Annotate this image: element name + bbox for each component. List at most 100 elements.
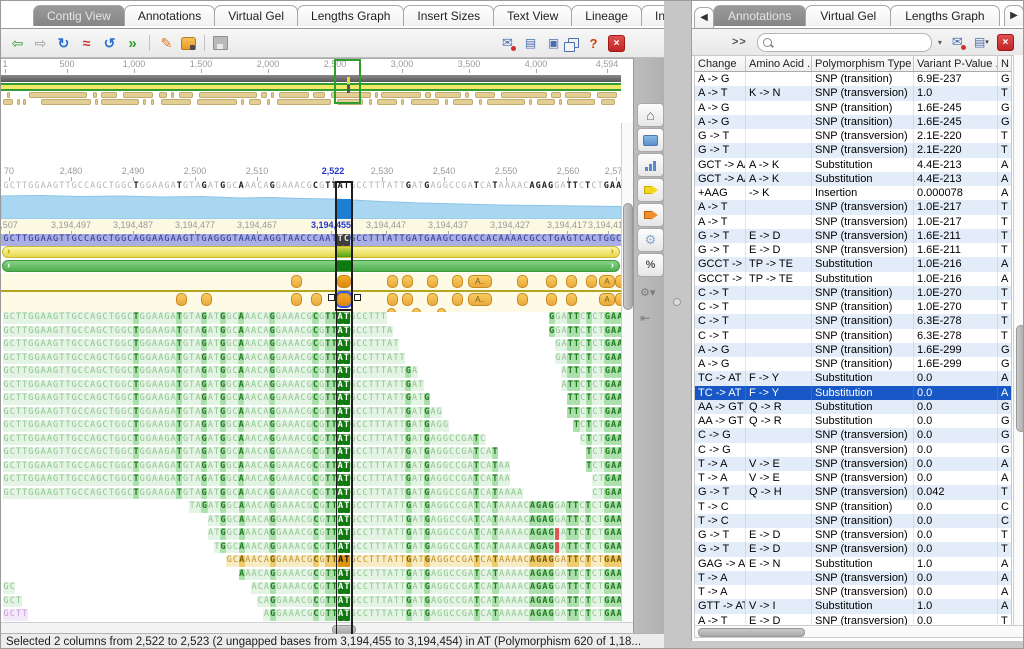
advance-icon[interactable]: » bbox=[124, 35, 141, 52]
variant-marker-labeled[interactable]: A.. bbox=[468, 293, 492, 306]
selection-handle[interactable] bbox=[328, 294, 335, 301]
tab-scroll-left-icon[interactable]: ◀ bbox=[694, 7, 714, 28]
variant-marker[interactable] bbox=[427, 275, 438, 288]
variant-marker[interactable] bbox=[387, 293, 398, 306]
table-row[interactable]: A -> TE -> DSNP (transversion)0.0T bbox=[695, 614, 1011, 626]
panel-splitter[interactable] bbox=[664, 1, 691, 649]
tab-virtual-gel[interactable]: Virtual Gel bbox=[805, 5, 891, 26]
splitter-handle-icon[interactable] bbox=[673, 298, 681, 306]
table-row[interactable]: A -> TSNP (transversion)1.0E-217T bbox=[695, 215, 1011, 229]
chart-button[interactable] bbox=[637, 153, 664, 177]
table-row[interactable]: T -> ASNP (transversion)0.0A bbox=[695, 585, 1011, 599]
column-header[interactable]: Change bbox=[695, 56, 746, 71]
close-icon[interactable]: × bbox=[997, 34, 1014, 51]
tab-lengths-graph[interactable]: Lengths Graph bbox=[890, 5, 999, 26]
tab-virtual-gel[interactable]: Virtual Gel bbox=[214, 5, 298, 26]
table-row[interactable]: A -> GSNP (transition)6.9E-237G bbox=[695, 72, 1011, 86]
pencil-icon[interactable]: ✎ bbox=[158, 35, 175, 52]
collapse-icon[interactable]: ⇤ bbox=[640, 311, 650, 325]
back-icon[interactable]: ⇦ bbox=[9, 35, 26, 52]
close-icon[interactable]: × bbox=[608, 35, 625, 52]
table-row[interactable]: G -> TQ -> HSNP (transversion)0.042T bbox=[695, 485, 1011, 499]
variant-marker[interactable] bbox=[427, 293, 438, 306]
scrollbar-thumb[interactable] bbox=[1016, 325, 1024, 432]
table-row[interactable]: A -> GSNP (transition)1.6E-299G bbox=[695, 343, 1011, 357]
table-row[interactable]: TC -> ATF -> YSubstitution0.0A bbox=[695, 386, 1011, 400]
tab-contig-view[interactable]: Contig View bbox=[33, 5, 125, 26]
table-row[interactable]: +AAG-> KInsertion0.000078A bbox=[695, 186, 1011, 200]
table-row[interactable]: A -> TSNP (transversion)1.0E-217T bbox=[695, 200, 1011, 214]
table-row[interactable]: T -> AV -> ESNP (transversion)0.0A bbox=[695, 457, 1011, 471]
help-icon[interactable]: ? bbox=[585, 35, 602, 52]
gear-button[interactable]: ⚙ bbox=[637, 228, 664, 252]
column-header[interactable]: Amino Acid ... bbox=[746, 56, 812, 71]
tab-lengths-graph[interactable]: Lengths Graph bbox=[297, 5, 404, 26]
bag-icon[interactable] bbox=[181, 37, 196, 50]
table-row[interactable]: GCCT -> /TP -> TESubstitution1.0E-216A bbox=[695, 272, 1011, 286]
variant-marker-labeled[interactable]: A bbox=[599, 293, 615, 306]
monitor-button[interactable] bbox=[637, 128, 664, 152]
vertical-scrollbar[interactable] bbox=[1013, 55, 1024, 625]
cascade-icon[interactable] bbox=[568, 38, 579, 48]
table-row[interactable]: AA -> GTQ -> RSubstitution0.0G bbox=[695, 400, 1011, 414]
variant-marker[interactable] bbox=[566, 275, 577, 288]
annotation-track-yellow[interactable]: › › bbox=[2, 246, 620, 258]
variant-marker[interactable] bbox=[291, 293, 302, 306]
table-row[interactable]: A -> TK -> NSNP (transversion)1.0T bbox=[695, 86, 1011, 100]
annotation-track-green[interactable]: › › bbox=[2, 260, 620, 272]
expand-button[interactable]: >> bbox=[732, 36, 747, 48]
table-row[interactable]: G -> TSNP (transversion)2.1E-220T bbox=[695, 129, 1011, 143]
variant-marker[interactable] bbox=[402, 275, 413, 288]
variant-marker[interactable] bbox=[546, 293, 557, 306]
forward-icon[interactable]: ⇨ bbox=[32, 35, 49, 52]
table-row[interactable]: C -> TSNP (transition)1.0E-270T bbox=[695, 300, 1011, 314]
variant-marker[interactable] bbox=[291, 275, 302, 288]
percent-button[interactable]: % bbox=[637, 253, 664, 277]
variant-marker[interactable] bbox=[176, 293, 187, 306]
table-row[interactable]: G -> TE -> DSNP (transversion)1.6E-211T bbox=[695, 243, 1011, 257]
table-row[interactable]: A -> GSNP (transition)1.6E-299G bbox=[695, 357, 1011, 371]
table-row[interactable]: T -> CSNP (transition)0.0C bbox=[695, 500, 1011, 514]
spiral-icon[interactable]: ↺ bbox=[101, 35, 118, 52]
table-row[interactable]: GTT -> ATV -> ISubstitution1.0A bbox=[695, 599, 1011, 613]
table-row[interactable]: GCT -> A/A -> KSubstitution4.4E-213A bbox=[695, 172, 1011, 186]
table-row[interactable]: G -> TE -> DSNP (transversion)0.0T bbox=[695, 528, 1011, 542]
table-row[interactable]: C -> TSNP (transition)6.3E-278T bbox=[695, 314, 1011, 328]
variant-marker[interactable] bbox=[311, 293, 322, 306]
tab-scroll-right-icon[interactable]: ▶ bbox=[1004, 5, 1024, 26]
report-icon[interactable]: ▤▾ bbox=[973, 34, 990, 51]
variant-marker[interactable] bbox=[586, 275, 597, 288]
reference-track[interactable]: GCTTGGAAGTTGCCAGCTGGCAGGAAGAAGTTGAGGGTAA… bbox=[1, 234, 633, 246]
scrollbar-thumb[interactable] bbox=[623, 203, 633, 310]
table-row[interactable]: GCT -> A/A -> KSubstitution4.4E-213A bbox=[695, 158, 1011, 172]
search-input[interactable] bbox=[772, 35, 931, 50]
selection-handle[interactable] bbox=[354, 294, 361, 301]
variant-marker[interactable] bbox=[387, 275, 398, 288]
variant-marker[interactable] bbox=[517, 275, 528, 288]
tab-annotations[interactable]: Annotations bbox=[713, 5, 806, 26]
overview-selection-box[interactable] bbox=[334, 59, 361, 104]
table-row[interactable]: C -> TSNP (transition)6.3E-278T bbox=[695, 329, 1011, 343]
table-row[interactable]: C -> GSNP (transversion)0.0G bbox=[695, 443, 1011, 457]
alignment-viewport[interactable]: 15001,0001,5002,0002,5003,0003,5004,0004… bbox=[1, 58, 633, 634]
scrollbar-thumb[interactable] bbox=[698, 628, 805, 637]
variant-marker[interactable] bbox=[546, 275, 557, 288]
reads-alignment[interactable]: GCTTGGAAGTTGCCAGCTGGCTGGAAGATGTAGATGGCAA… bbox=[1, 312, 633, 634]
table-row[interactable]: A -> GSNP (transition)1.6E-245G bbox=[695, 101, 1011, 115]
variant-marker[interactable] bbox=[201, 293, 212, 306]
save-icon[interactable] bbox=[213, 36, 228, 50]
variant-marker-labeled[interactable]: A.. bbox=[468, 275, 492, 288]
column-header[interactable]: Polymorphism Type bbox=[812, 56, 914, 71]
column-header[interactable]: N bbox=[998, 56, 1012, 71]
tab-insert-sizes[interactable]: Insert Sizes bbox=[403, 5, 494, 26]
strands-icon[interactable]: ≈ bbox=[78, 35, 95, 52]
mail-icon[interactable]: ✉ bbox=[949, 34, 966, 51]
mail-icon[interactable]: ✉ bbox=[499, 35, 516, 52]
search-dropdown-icon[interactable]: ▾ bbox=[938, 38, 942, 47]
variant-marker[interactable] bbox=[402, 293, 413, 306]
table-row[interactable]: G -> TSNP (transversion)2.1E-220T bbox=[695, 143, 1011, 157]
home-button[interactable]: ⌂ bbox=[637, 103, 664, 127]
table-row[interactable]: AA -> GTQ -> RSubstitution0.0G bbox=[695, 414, 1011, 428]
table-row[interactable]: T -> ASNP (transversion)0.0A bbox=[695, 571, 1011, 585]
table-row[interactable]: A -> GSNP (transition)1.6E-245G bbox=[695, 115, 1011, 129]
